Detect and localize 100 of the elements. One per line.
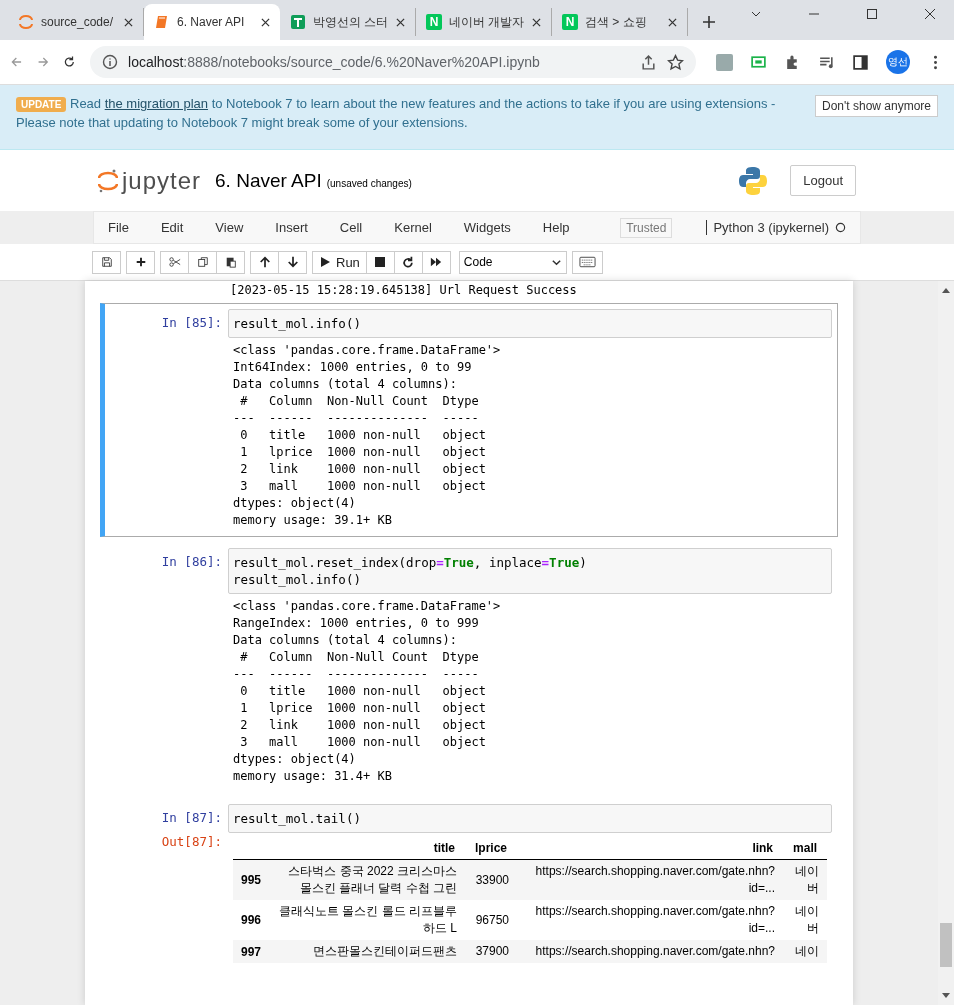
screen-icon[interactable] [750, 53, 767, 71]
table-cell: https://search.shopping.naver.com/gate.nhn? [517, 940, 784, 963]
menu-item[interactable]: Kernel [394, 220, 432, 235]
scroll-down-icon[interactable] [942, 993, 950, 999]
menu-item[interactable]: View [215, 220, 244, 235]
maximize-icon[interactable] [866, 8, 878, 20]
profile-avatar[interactable]: 영선 [886, 50, 910, 74]
table-cell: 클래식노트 몰스킨 롤드 리프블루 하드 L [269, 900, 466, 940]
dont-show-button[interactable]: Don't show anymore [815, 95, 938, 117]
cell-type-select[interactable]: Code [458, 250, 567, 274]
output-text: <class 'pandas.core.frame.DataFrame'> RangeIndex: 1000 entries, 0 to 999 Data columns (total 4 columns): # Column Non-Null Count Dtype --- ------ -------------- ----- 0 title 1000 non-null object 1 lprice 1000 non-null object 2 link 1000 non-null object 3 mall 1000 non-null object dtypes: object(4) memory usage: 31.4+ KB [233, 598, 501, 785]
save-status: (unsaved changes) [326, 178, 412, 189]
menu-item[interactable]: Help [542, 220, 570, 235]
arrow-down-icon [286, 256, 299, 268]
table-cell: 스타벅스 중국 2022 크리스마스 몰스킨 플래너 달력 수첩 그린 [269, 859, 466, 900]
menu-item[interactable]: Insert [275, 220, 308, 235]
notebook-cell[interactable] [100, 303, 838, 537]
row-index: 995 [233, 859, 270, 900]
table-cell: 네이버 [783, 859, 828, 900]
menu-item[interactable]: File [108, 220, 129, 235]
close-icon[interactable] [924, 8, 936, 20]
close-icon[interactable] [532, 17, 541, 27]
code-editor[interactable]: result_mol.info() [228, 309, 832, 338]
browser-tab[interactable]: N 네이버 개발자 [416, 8, 552, 36]
add-cell-button[interactable] [126, 250, 155, 274]
column-header: link [517, 837, 784, 860]
scroll-up-icon[interactable] [942, 287, 950, 293]
save-button[interactable] [92, 250, 121, 274]
copy-button[interactable] [188, 250, 217, 274]
table-cell: 96750 [465, 900, 518, 940]
menu-item[interactable]: Edit [160, 220, 184, 235]
table-cell: https://search.shopping.naver.com/gate.nhn?id=... [517, 900, 784, 940]
table-cell: https://search.shopping.naver.com/gate.nhn?id=... [517, 859, 784, 900]
output-prompt: Out[87]: [160, 833, 223, 851]
clipboard-icon [224, 256, 237, 268]
side-panel-icon[interactable] [852, 53, 869, 71]
close-icon[interactable] [124, 17, 133, 27]
info-icon [102, 54, 118, 70]
paste-button[interactable] [216, 250, 245, 274]
spreadsheet-icon [290, 14, 306, 30]
share-icon[interactable] [640, 53, 657, 71]
input-prompt: In [87]: [160, 809, 223, 827]
table-cell: 네이버 [783, 900, 828, 940]
close-icon[interactable] [261, 17, 270, 27]
column-header: lprice [465, 837, 518, 860]
menu-item[interactable]: Cell [339, 220, 363, 235]
trusted-indicator[interactable]: Trusted [620, 217, 673, 238]
table-cell: 33900 [465, 859, 518, 900]
scrollbar-thumb[interactable] [940, 923, 952, 967]
output-text: <class 'pandas.core.frame.DataFrame'> Int64Index: 1000 entries, 0 to 99 Data columns (total 4 columns): # Column Non-Null Count Dtype --- ------ -------------- ----- 0 title 1000 non-null object 1 lprice 1000 non-null object 2 link 1000 non-null object 3 mall 1000 non-null object dtypes: object(4) memory usage: 39.1+ KB [233, 342, 501, 529]
update-message: UPDATE Read the migration plan to Notebook 7 to learn about the new features and the actions to take if you are using extensions - Please note that updating to Notebook 7 might break some of your extensions. [16, 95, 777, 132]
book-icon [154, 14, 170, 30]
cut-button[interactable] [160, 250, 189, 274]
plus-icon [134, 256, 147, 268]
tab-title: 6. Naver API [177, 15, 246, 29]
fast-forward-icon [430, 256, 443, 268]
play-icon [319, 256, 331, 268]
logout-button[interactable]: Logout [790, 165, 856, 196]
kernel-name[interactable]: Python 3 (ipykernel) [706, 220, 829, 235]
jupyter-logo[interactable]: jupyter [98, 166, 202, 195]
python-logo-icon [738, 165, 769, 196]
stop-button[interactable] [365, 250, 395, 274]
arrow-up-icon [258, 256, 271, 268]
column-header: mall [783, 837, 828, 860]
table-cell: 면스판몰스킨테이퍼드팬츠 [269, 940, 466, 963]
column-header: title [269, 837, 466, 860]
move-down-button[interactable] [278, 250, 307, 274]
close-icon[interactable] [396, 17, 405, 27]
browser-tab[interactable]: N 검색 > 쇼핑 [552, 8, 688, 36]
code-editor[interactable]: result_mol.tail() [228, 804, 832, 833]
table-cell: 37900 [465, 940, 518, 963]
new-tab-icon[interactable] [702, 15, 716, 29]
close-icon[interactable] [668, 17, 677, 27]
tab-title: 박영선의 스터 [313, 13, 389, 31]
stop-icon [374, 256, 387, 268]
address-bar[interactable]: localhost:8888/notebooks/source_code/6.%20Naver%20API.ipynb [90, 46, 696, 78]
run-button[interactable]: Run [312, 250, 367, 274]
jupyter-logo-icon [18, 14, 34, 30]
table-cell: 네이 [783, 940, 828, 963]
row-index: 997 [233, 940, 270, 963]
tab-title: 검색 > 쇼핑 [585, 13, 648, 31]
keyboard-button[interactable] [571, 250, 603, 274]
url-text: localhost:8888/notebooks/source_code/6.%20Naver%20API.ipynb [128, 54, 541, 70]
output-text: [2023-05-15 15:28:19.645138] Url Request Success [230, 283, 578, 297]
star-icon[interactable] [667, 53, 684, 71]
migration-plan-link[interactable]: the migration plan [104, 96, 209, 111]
scissors-icon [168, 256, 181, 268]
move-up-button[interactable] [250, 250, 279, 274]
naver-logo-icon: N [562, 14, 578, 30]
restart-button[interactable] [393, 250, 423, 274]
browser-tab[interactable]: 6. Naver API [144, 4, 280, 40]
notebook-title[interactable]: 6. Naver API [215, 169, 322, 192]
menu-item[interactable]: Widgets [463, 220, 511, 235]
keyboard-icon [578, 256, 596, 268]
code-editor[interactable]: result_mol.reset_index(drop=True, inplace=True) result_mol.info() [228, 548, 832, 594]
input-prompt: In [85]: [160, 314, 223, 332]
fast-forward-button[interactable] [421, 250, 451, 274]
tab-title: 네이버 개발자 [449, 13, 525, 31]
browser-tab[interactable]: 박영선의 스터 [280, 8, 416, 36]
restart-icon [402, 256, 415, 268]
